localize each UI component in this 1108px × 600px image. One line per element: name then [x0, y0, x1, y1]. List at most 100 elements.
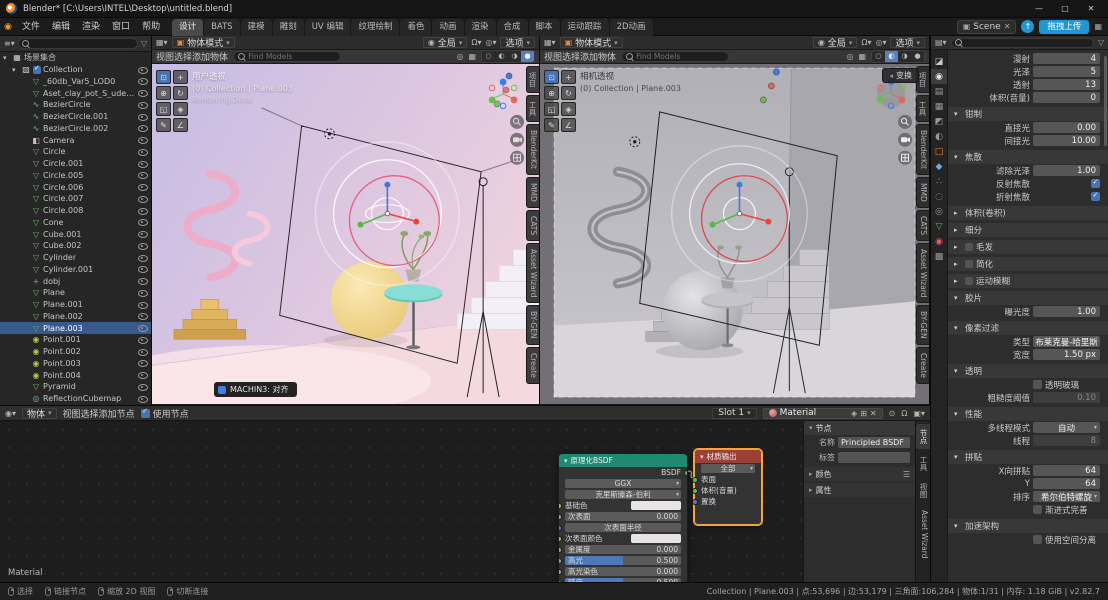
property-text[interactable]: 运动模糊 [976, 275, 1010, 287]
sidebar-tab[interactable]: MMD [916, 177, 929, 208]
object-name[interactable]: Camera [43, 136, 74, 145]
visibility-eye-icon[interactable] [138, 89, 148, 98]
property-value-field[interactable]: 0.10 [1033, 392, 1100, 403]
shader-menu[interactable]: 视图 [63, 410, 81, 420]
property-value-field[interactable]: 0 [1033, 92, 1100, 103]
visibility-eye-icon[interactable] [138, 230, 148, 239]
object-name[interactable]: dobj [43, 277, 60, 286]
object-name[interactable]: Pyramid [43, 382, 76, 391]
panel-caret-icon[interactable] [954, 153, 962, 161]
object-name[interactable]: Circle.007 [43, 194, 83, 203]
move-tool[interactable]: ⊕ [544, 86, 559, 100]
rendered-shading-icon[interactable]: ● [911, 51, 924, 62]
property-value-field[interactable]: 1.00 [1033, 306, 1100, 317]
outliner-row[interactable]: Point.003 [0, 358, 151, 370]
node-field[interactable]: 基础色 [631, 501, 681, 510]
object-name[interactable]: Point.004 [43, 371, 81, 380]
blenderkit-search[interactable] [233, 51, 342, 62]
property-checkbox[interactable] [1033, 380, 1042, 389]
visibility-eye-icon[interactable] [138, 324, 148, 333]
menu-item[interactable]: 渲染 [76, 22, 106, 32]
menu-item[interactable]: 窗口 [106, 22, 136, 32]
outliner-row[interactable]: Collection [0, 64, 151, 76]
view-layer-icon[interactable]: ▦ [1094, 22, 1102, 31]
outliner-row[interactable]: Circle.006 [0, 181, 151, 193]
rotate-tool[interactable]: ↻ [561, 86, 576, 100]
property-value-field[interactable]: 1.00 [1033, 165, 1100, 176]
property-text[interactable]: 焦散 [965, 151, 982, 163]
workspace-tab[interactable]: 雕刻 [272, 18, 305, 36]
property-value-field[interactable]: 10.00 [1033, 135, 1100, 146]
editor-type-icon[interactable]: ▤▾ [935, 38, 947, 47]
overlays-icon[interactable]: ▦ [858, 52, 866, 61]
panel-caret-icon[interactable] [954, 243, 962, 251]
slot-dropdown[interactable]: Slot 1 ▾ [712, 407, 757, 419]
outliner-row[interactable]: Point.004 [0, 369, 151, 381]
object-name[interactable]: Plane.003 [43, 324, 83, 333]
properties-tab[interactable] [931, 69, 947, 84]
object-name[interactable]: Point.002 [43, 347, 81, 356]
object-name[interactable]: BezierCircle.002 [43, 124, 108, 133]
blender-menu-icon[interactable]: ◉ [0, 22, 16, 32]
annotate-tool[interactable]: ✎ [544, 118, 559, 132]
properties-tab[interactable] [931, 84, 947, 99]
measure-tool[interactable]: ∠ [173, 118, 188, 132]
mode-dropdown[interactable]: ▣ 物体模式 ▾ [171, 37, 235, 49]
input-socket[interactable] [559, 546, 562, 553]
outliner-row[interactable]: _60db_Var5_LOD0 [0, 76, 151, 88]
property-text[interactable]: 透明 [965, 365, 982, 377]
orientation-dropdown[interactable]: ◉ 全局 ▾ [422, 37, 468, 49]
node-canvas[interactable]: ▾原理化BSDF BSDF GGX GGX [0, 421, 930, 582]
workspace-tab[interactable]: 脚本 [528, 18, 561, 36]
overlay-dropdown-icon[interactable]: ▣▾ [913, 409, 925, 418]
sidebar-tab[interactable]: 项目 [526, 66, 539, 93]
panel-caret-icon[interactable] [954, 410, 962, 418]
object-name[interactable]: Collection [43, 65, 83, 74]
outliner-row[interactable]: Cylinder [0, 252, 151, 264]
viewport-menu[interactable]: 选择 [174, 53, 192, 63]
visibility-eye-icon[interactable] [138, 383, 148, 391]
menu-item[interactable]: 编辑 [46, 22, 76, 32]
object-name[interactable]: Cube.002 [43, 241, 81, 250]
properties-tab[interactable] [931, 219, 947, 234]
property-text[interactable]: 加速架构 [965, 520, 999, 532]
viewport-menu[interactable]: 视图 [544, 53, 562, 63]
property-text[interactable]: 胶片 [965, 292, 982, 304]
object-name[interactable]: 场景集合 [24, 52, 56, 63]
property-value-field[interactable]: 自动 [1033, 422, 1100, 433]
workspace-tab[interactable]: 运动跟踪 [560, 18, 610, 36]
property-value-field[interactable]: 64 [1033, 478, 1100, 489]
panel-caret-icon[interactable] [954, 294, 962, 302]
filter-icon[interactable]: ▽ [141, 39, 147, 48]
properties-tab[interactable] [931, 159, 947, 174]
property-value-field[interactable]: 13 [1033, 79, 1100, 90]
node-input-row[interactable]: 次表面半径 次表面半径 [559, 522, 687, 533]
outliner-row[interactable]: Point.002 [0, 346, 151, 358]
fake-user-shield-icon[interactable]: ◈ [851, 409, 857, 418]
node-field[interactable]: 次表面半径 [565, 523, 681, 532]
sidebar-tab[interactable]: Create [916, 346, 929, 384]
outliner-row[interactable]: Plane.002 [0, 311, 151, 323]
unlink-material-icon[interactable]: ✕ [870, 409, 877, 418]
property-text[interactable]: 简化 [976, 258, 993, 270]
property-value-field[interactable]: 0.00 [1033, 122, 1100, 133]
object-name[interactable]: Cylinder [43, 253, 76, 262]
properties-search[interactable] [950, 37, 1094, 48]
show-gizmo-icon[interactable]: ◎ [846, 52, 853, 61]
visibility-eye-icon[interactable] [138, 77, 148, 86]
viewport-menu[interactable]: 添加 [580, 53, 598, 63]
object-name[interactable]: Plane.001 [43, 300, 83, 309]
outliner-row[interactable]: Circle.005 [0, 170, 151, 182]
panel-caret-icon[interactable] [954, 277, 962, 285]
panel-caret-icon[interactable] [954, 110, 962, 118]
properties-tab[interactable] [931, 174, 947, 189]
sidebar-tab[interactable]: MMD [526, 177, 539, 208]
visibility-eye-icon[interactable] [138, 359, 148, 368]
node-input-row[interactable]: 次表面颜色 次表面颜色 [559, 533, 687, 544]
properties-tab[interactable] [931, 189, 947, 204]
n-panel-tab[interactable]: 节点 [916, 424, 930, 449]
properties-tab[interactable] [931, 204, 947, 219]
visibility-eye-icon[interactable] [138, 160, 148, 168]
visibility-eye-icon[interactable] [138, 277, 148, 286]
visibility-eye-icon[interactable] [138, 101, 148, 109]
